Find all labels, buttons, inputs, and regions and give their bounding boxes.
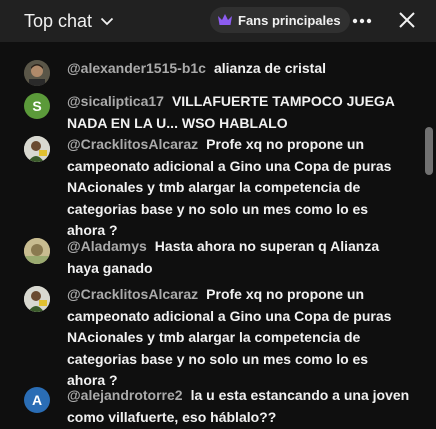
message-text: @alejandrotorre2 la u esta estancando a u… [67, 385, 410, 428]
avatar-letter: A [31, 392, 43, 408]
message-author[interactable]: @alejandrotorre2 [67, 387, 183, 403]
close-icon[interactable] [398, 11, 416, 29]
more-icon[interactable] [352, 13, 372, 29]
avatar[interactable] [24, 136, 50, 162]
avatar-letter: S [32, 98, 42, 114]
message-author[interactable]: @CracklitosAlcaraz [67, 286, 198, 302]
message-author[interactable]: @sicaliptica17 [67, 93, 164, 109]
message-text: @Aladamys Hasta ahora no superan q Alianz… [67, 236, 410, 279]
chevron-down-icon [100, 17, 114, 26]
avatar[interactable]: S [24, 93, 50, 119]
message-author[interactable]: @alexander1515-b1c [67, 60, 206, 76]
message-text: @sicaliptica17 VILLAFUERTE TAMPOCO JUEGA … [67, 91, 410, 134]
avatar[interactable] [24, 60, 50, 86]
top-chat-dropdown[interactable]: Top chat [24, 11, 114, 32]
message-text: @alexander1515-b1c alianza de cristal [67, 58, 410, 80]
avatar-photo-icon [24, 286, 50, 312]
fans-principales-label: Fans principales [238, 12, 341, 28]
message-author[interactable]: @Aladamys [67, 238, 147, 254]
avatar[interactable] [24, 286, 50, 312]
chat-mode-title: Top chat [24, 10, 93, 31]
message-body: alianza de cristal [213, 60, 327, 76]
chat-message-list[interactable]: @alexander1515-b1c alianza de cristal S @… [0, 42, 436, 429]
avatar[interactable]: A [24, 387, 50, 413]
avatar[interactable] [24, 238, 50, 264]
avatar-photo-icon [24, 238, 50, 264]
chat-scrollbar[interactable] [425, 127, 433, 175]
message-text: @CracklitosAlcaraz Profe xq no propone un… [67, 134, 410, 242]
message-author[interactable]: @CracklitosAlcaraz [67, 136, 198, 152]
avatar-photo-icon [24, 136, 50, 162]
crown-icon [218, 14, 232, 25]
chat-header: Top chat Fans principales [0, 0, 436, 42]
avatar-photo-icon [24, 60, 50, 86]
fans-principales-button[interactable]: Fans principales [210, 7, 350, 33]
message-text: @CracklitosAlcaraz Profe xq no propone un… [67, 284, 410, 392]
